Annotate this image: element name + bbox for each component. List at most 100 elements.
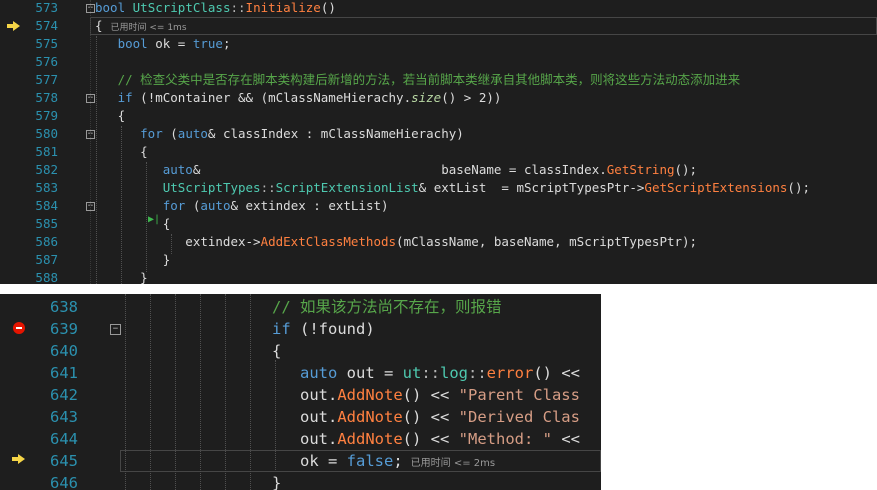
code-line[interactable]: 641 auto out = ut::log::error() << [0, 362, 601, 384]
code-line[interactable]: 583 UtScriptTypes::ScriptExtensionList& … [0, 179, 877, 197]
code-line[interactable]: 643 out.AddNote() << "Derived Clas [0, 406, 601, 428]
line-number: 575 [35, 36, 58, 51]
line-number: 638 [50, 298, 78, 316]
code-line[interactable]: 582 auto& baseName = classIndex.GetStrin… [0, 161, 877, 179]
code-text: bool UtScriptClass::Initialize() [95, 0, 336, 17]
code-token: (!mContainer && (mClassNameHierachy. [132, 90, 412, 105]
code-text: out.AddNote() << "Derived Clas [272, 406, 580, 428]
code-line[interactable]: 573 bool UtScriptClass::Initialize() [0, 0, 877, 17]
code-token: & extList = mScriptTypesPtr-> [418, 180, 645, 195]
line-number: 588 [35, 270, 58, 284]
code-token: () << [402, 386, 459, 404]
line-number: 579 [35, 108, 58, 123]
code-line[interactable]: 578 if (!mContainer && (mClassNameHierac… [0, 89, 877, 107]
code-line[interactable]: 576 [0, 53, 877, 71]
line-number: 640 [50, 342, 78, 360]
breakpoint-icon[interactable] [13, 322, 25, 334]
code-token: GetScriptExtensions [644, 180, 788, 195]
code-editor-top[interactable]: 573 bool UtScriptClass::Initialize() 574{已… [0, 0, 877, 284]
code-line[interactable]: 585 { [0, 215, 877, 233]
code-token: } [272, 474, 282, 490]
code-line[interactable]: 586 extindex->AddExtClassMethods(mClassN… [0, 233, 877, 251]
line-number: 642 [50, 386, 78, 404]
current-line-highlight [120, 450, 601, 472]
code-token: ok = [147, 36, 193, 51]
code-token: (mClassName, baseName, mScriptTypesPtr); [396, 234, 698, 249]
code-line[interactable]: 638 // 如果该方法尚不存在，则报错 [0, 296, 601, 318]
indent-guide [175, 294, 176, 490]
code-token: bool [117, 36, 148, 51]
code-line[interactable]: 644 out.AddNote() << "Method: " << [0, 428, 601, 450]
execution-pointer-icon [12, 454, 25, 464]
run-to-click-icon[interactable]: ▶| [148, 214, 160, 225]
code-token: "Method: " [458, 430, 552, 448]
line-number: 577 [35, 72, 58, 87]
line-number: 646 [50, 474, 78, 490]
code-text: for (auto& classIndex : mClassNameHierac… [95, 125, 464, 143]
code-token: ; [222, 36, 231, 51]
code-text: auto& baseName = classIndex.GetString(); [95, 161, 697, 179]
code-line[interactable]: 577 // 检查父类中是否存在脚本类构建后新增的方法，若当前脚本类继承自其他脚… [0, 71, 877, 89]
fold-margin-line [90, 0, 91, 284]
line-number: 644 [50, 430, 78, 448]
fold-toggle-icon[interactable]: − [110, 324, 121, 335]
code-token: << [551, 430, 580, 448]
line-number: 585 [35, 216, 58, 231]
code-line[interactable]: 579 { [0, 107, 877, 125]
code-token: extindex-> [95, 234, 261, 249]
code-token: AddNote [337, 386, 403, 404]
code-line[interactable]: 646} [0, 472, 601, 490]
code-line[interactable]: 642 out.AddNote() << "Parent Class [0, 384, 601, 406]
code-editor-bottom[interactable]: 638 // 如果该方法尚不存在，则报错 639 if (!found) 640 {641… [0, 294, 601, 490]
code-token: & classIndex : mClassNameHierachy) [207, 126, 464, 141]
code-token: :: [421, 364, 440, 382]
code-token: { [95, 108, 126, 123]
code-token: out = [337, 364, 403, 382]
code-text: // 检查父类中是否存在脚本类构建后新增的方法，若当前脚本类继承自其他脚本类，则… [95, 71, 741, 89]
code-line[interactable]: 639 if (!found) [0, 318, 601, 340]
code-text: bool ok = true; [95, 35, 231, 53]
code-token: AddNote [337, 430, 403, 448]
code-line[interactable]: 581 { [0, 143, 877, 161]
code-token: ut [402, 364, 422, 382]
current-line-highlight [90, 17, 877, 35]
code-text: out.AddNote() << "Method: " << [272, 428, 580, 450]
code-text: out.AddNote() << "Parent Class [272, 384, 580, 406]
code-line[interactable]: 580 for (auto& classIndex : mClassNameHi… [0, 125, 877, 143]
line-number: 643 [50, 408, 78, 426]
code-token: () << [533, 364, 581, 382]
line-number: 580 [35, 126, 58, 141]
indent-guide [121, 126, 122, 284]
code-token: :: [468, 364, 487, 382]
line-number: 578 [35, 90, 58, 105]
line-number: 586 [35, 234, 58, 249]
indent-guide [200, 294, 201, 490]
line-number: 574 [35, 18, 58, 33]
code-text: // 如果该方法尚不存在，则报错 [272, 296, 502, 318]
code-token: UtScriptTypes [162, 180, 261, 195]
code-line[interactable]: 588 } [0, 269, 877, 284]
code-line[interactable]: 584 for (auto& extindex : extList) [0, 197, 877, 215]
code-token: (); [787, 180, 810, 195]
code-line[interactable]: 587 } [0, 251, 877, 269]
code-token: :: [260, 180, 276, 195]
code-token: size [411, 90, 442, 105]
code-line[interactable]: 575 bool ok = true; [0, 35, 877, 53]
line-number: 573 [35, 0, 58, 15]
code-token: // 检查父类中是否存在脚本类构建后新增的方法，若当前脚本类继承自其他脚本类，则… [117, 72, 741, 87]
indent-guide [250, 294, 251, 490]
line-number: 641 [50, 364, 78, 382]
code-token: () << [402, 408, 459, 426]
code-line[interactable]: 640 { [0, 340, 601, 362]
line-number: 582 [35, 162, 58, 177]
code-token: if [117, 90, 133, 105]
code-token: :: [230, 0, 246, 15]
code-token: AddExtClassMethods [260, 234, 397, 249]
code-token: true [192, 36, 223, 51]
indent-guide [171, 234, 172, 254]
code-text: if (!found) [272, 318, 375, 340]
